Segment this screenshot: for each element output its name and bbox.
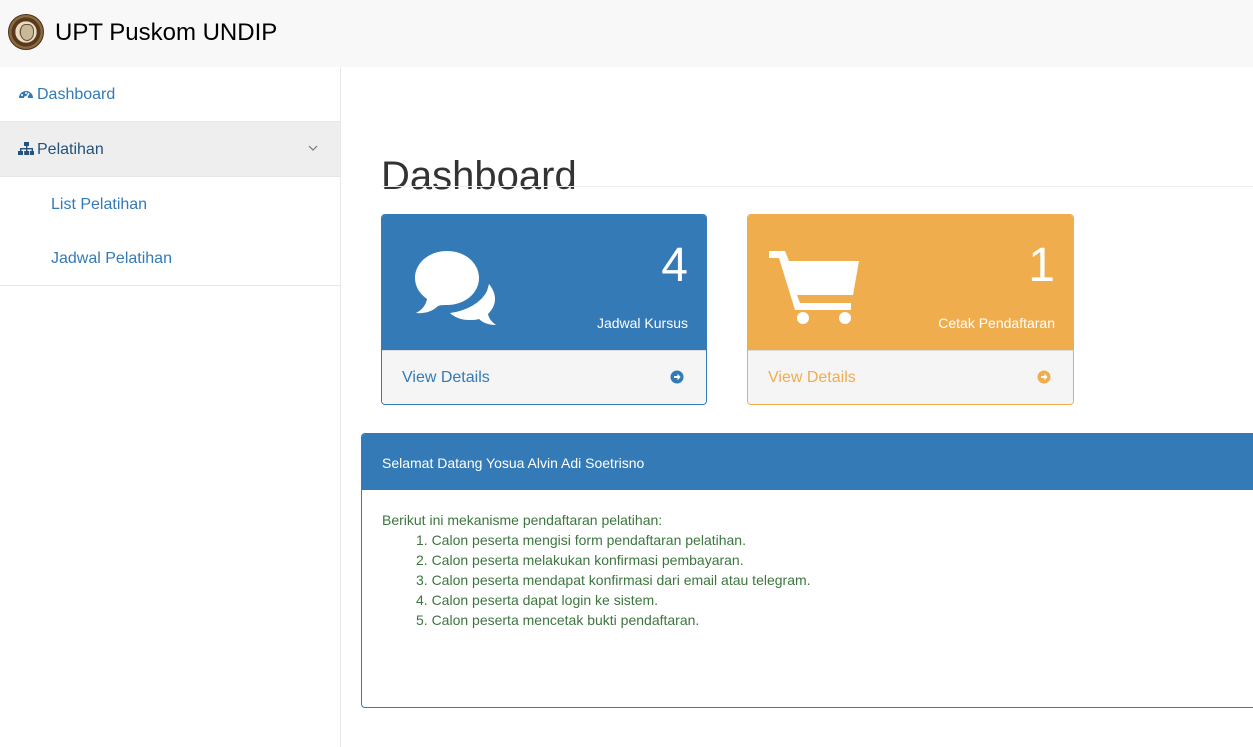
- sidebar-item-label: Pelatihan: [37, 141, 104, 158]
- sidebar-item-dashboard[interactable]: Dashboard: [0, 67, 340, 122]
- dashboard-icon: [19, 91, 33, 100]
- cetak-pendaftaran-count: 1: [1028, 239, 1055, 292]
- sidebar-divider: [0, 285, 340, 286]
- cetak-pendaftaran-label: Cetak Pendaftaran: [938, 315, 1055, 331]
- list-item: 4. Calon peserta dapat login ke sistem.: [416, 592, 659, 608]
- card-jadwal-kursus: 4 Jadwal Kursus View Details: [381, 214, 707, 405]
- list-item: 5. Calon peserta mencetak bukti pendafta…: [416, 612, 700, 628]
- sidebar-item-jadwal-pelatihan[interactable]: Jadwal Pelatihan: [51, 250, 172, 268]
- title-divider: [381, 186, 1253, 187]
- card-footer[interactable]: View Details: [748, 350, 1073, 404]
- view-details-link[interactable]: View Details: [768, 369, 856, 387]
- list-item: 2. Calon peserta melakukan konfirmasi pe…: [416, 552, 744, 568]
- jadwal-kursus-label: Jadwal Kursus: [596, 315, 688, 331]
- page-title: Dashboard: [381, 153, 577, 198]
- list-item: 1. Calon peserta mengisi form pendaftara…: [416, 532, 746, 548]
- welcome-title: Selamat Datang Yosua Alvin Adi Soetrisno: [382, 455, 645, 471]
- brand-title[interactable]: UPT Puskom UNDIP: [55, 19, 277, 47]
- shopping-cart-icon: [769, 251, 859, 324]
- sidebar-item-label: Dashboard: [37, 86, 116, 103]
- welcome-panel: Selamat Datang Yosua Alvin Adi Soetrisno…: [361, 433, 1253, 708]
- arrow-circle-right-icon: [1037, 370, 1051, 384]
- chevron-down-icon[interactable]: [307, 142, 319, 154]
- welcome-panel-header: Selamat Datang Yosua Alvin Adi Soetrisno: [362, 434, 1253, 490]
- welcome-panel-body: Berikut ini mekanisme pendaftaran pelati…: [382, 510, 811, 630]
- list-item: 3. Calon peserta mendapat konfirmasi dar…: [416, 572, 811, 588]
- sidebar: Dashboard Pelatihan List Pelatihan Jadwa…: [0, 67, 341, 747]
- arrow-circle-right-icon: [670, 370, 684, 384]
- registration-steps: 1. Calon peserta mengisi form pendaftara…: [382, 530, 811, 630]
- card-header: 4 Jadwal Kursus: [382, 215, 706, 350]
- mechanism-intro: Berikut ini mekanisme pendaftaran pelati…: [382, 512, 663, 528]
- sidebar-item-list-pelatihan[interactable]: List Pelatihan: [51, 196, 147, 214]
- card-header: 1 Cetak Pendaftaran: [748, 215, 1073, 350]
- comments-icon: [415, 251, 496, 325]
- sitemap-icon: [18, 142, 34, 155]
- sidebar-item-pelatihan[interactable]: Pelatihan: [0, 122, 340, 177]
- top-navbar: UPT Puskom UNDIP: [0, 0, 1253, 67]
- card-footer[interactable]: View Details: [382, 350, 706, 404]
- undip-logo[interactable]: [8, 14, 44, 50]
- card-cetak-pendaftaran: 1 Cetak Pendaftaran View Details: [747, 214, 1074, 405]
- jadwal-kursus-count: 4: [661, 239, 688, 292]
- view-details-link[interactable]: View Details: [402, 369, 490, 387]
